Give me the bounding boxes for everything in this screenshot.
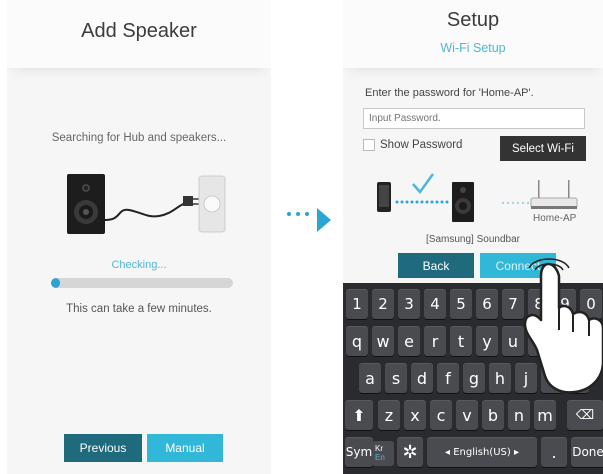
key-w[interactable]: w [372,326,394,356]
key-period[interactable]: . [541,437,567,467]
hand-pointer-icon [523,258,603,394]
key-sym[interactable]: Sym [345,437,373,467]
router-icon [530,180,578,209]
key-done[interactable]: Done [571,437,603,467]
plug-icon [183,196,193,206]
key-c[interactable]: c [430,400,452,430]
key-3[interactable]: 3 [398,289,420,319]
key-lang-en: En [375,453,385,462]
gear-icon: ✲ [402,441,418,463]
manual-button: Manual [147,434,223,462]
key-x[interactable]: x [404,400,426,430]
progress-fill [51,278,61,288]
key-g[interactable]: g [463,363,485,393]
page-title: Setup [446,9,500,31]
key-1[interactable]: 1 [346,289,368,319]
key-d[interactable]: d [411,363,433,393]
key-backspace[interactable]: ⌫ [567,400,603,430]
key-space[interactable]: ◂ English(US) ▸ [427,437,537,467]
key-4[interactable]: 4 [424,289,446,319]
arrow-right-icon [317,208,331,232]
status-text: Checking... [111,259,167,271]
key-settings[interactable]: ✲ [397,437,423,467]
check-icon [412,173,435,195]
key-b[interactable]: b [482,400,504,430]
info-text: This can take a few minutes. [66,303,212,315]
searching-text: Searching for Hub and speakers... [51,132,227,144]
header: Add Speaker [7,0,271,68]
device-label: [Samsung] Soundbar [426,234,520,245]
key-z[interactable]: z [378,400,400,430]
header: Setup Wi-Fi Setup [343,0,603,68]
key-5[interactable]: 5 [450,289,472,319]
key-lang[interactable]: Kr En [372,441,394,466]
key-2[interactable]: 2 [372,289,394,319]
key-q[interactable]: q [346,326,368,356]
setup-screen: Setup Wi-Fi Setup Enter the password for… [343,0,603,474]
key-h[interactable]: h [489,363,511,393]
key-v[interactable]: v [456,400,478,430]
previous-button[interactable]: Previous [64,434,142,462]
key-shift[interactable]: ⬆ [345,400,373,430]
progress-bar [51,278,233,288]
key-n[interactable]: n [508,400,530,430]
key-m[interactable]: m [534,400,556,430]
key-e[interactable]: e [398,326,420,356]
key-f[interactable]: f [437,363,459,393]
password-prompt: Enter the password for 'Home-AP'. [365,87,534,99]
select-wifi-button[interactable]: Select Wi-Fi [500,136,586,161]
speaker-plug-illustration [67,174,226,234]
add-speaker-screen: Add Speaker Searching for Hub and speake… [7,0,271,474]
back-button[interactable]: Back [398,253,474,278]
password-input[interactable] [363,108,585,129]
key-6[interactable]: 6 [476,289,498,319]
show-password-checkbox[interactable] [363,139,375,151]
key-lang-kr: Kr [375,444,383,453]
show-password-label: Show Password [380,139,463,151]
page-subtitle: Wi-Fi Setup [440,41,506,55]
backspace-icon: ⌫ [575,407,595,423]
key-s[interactable]: s [385,363,407,393]
key-t[interactable]: t [450,326,472,356]
page-title: Add Speaker [81,20,197,42]
key-r[interactable]: r [424,326,446,356]
ap-label: Home-AP [533,213,577,224]
shift-icon: ⬆ [352,405,366,425]
key-a[interactable]: a [359,363,381,393]
key-y[interactable]: y [476,326,498,356]
